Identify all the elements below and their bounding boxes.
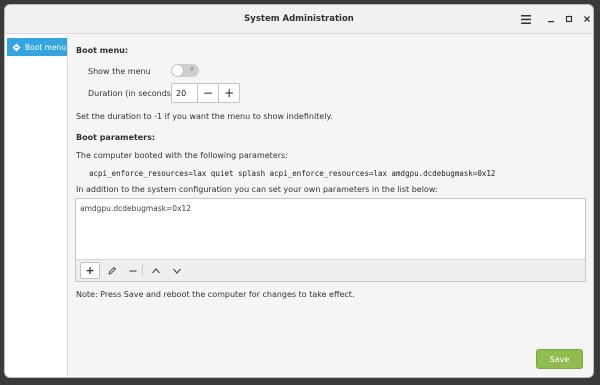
custom-params-list: amdgpu.dcdebugmask=0x12 + [75,198,586,282]
increment-button[interactable]: + [218,84,239,102]
list-intro: In addition to the system configuration … [76,185,438,194]
sidebar-item-boot-menu[interactable]: Boot menu [7,38,67,56]
toggle-off-icon: × [189,65,195,73]
save-button[interactable]: Save [536,349,583,369]
reboot-note: Note: Press Save and reboot the computer… [76,290,355,299]
chevron-down-icon [173,268,181,274]
add-param-button[interactable]: + [80,262,100,279]
pencil-icon [108,266,117,275]
titlebar: System Administration [5,5,593,34]
edit-param-button[interactable] [102,262,122,279]
move-up-button[interactable] [146,262,166,279]
hamburger-menu-icon[interactable] [519,12,533,26]
close-icon[interactable] [580,12,593,26]
maximize-icon[interactable] [562,12,576,26]
app-window: System Administration Boot menu Boot men… [4,4,594,378]
minus-icon [129,270,137,272]
window-title: System Administration [244,14,354,24]
sidebar-item-label: Boot menu [25,42,67,52]
duration-label: Duration (in seconds) [88,89,175,98]
boot-menu-heading: Boot menu: [76,46,129,55]
move-down-button[interactable] [167,262,187,279]
boot-params-heading: Boot parameters: [76,133,156,142]
minimize-icon[interactable] [544,12,558,26]
list-item[interactable]: amdgpu.dcdebugmask=0x12 [80,204,191,213]
toggle-knob [172,65,183,76]
booted-with-label: The computer booted with the following p… [76,151,288,160]
current-params: acpi_enforce_resources=lax quiet splash … [89,169,496,178]
list-toolbar: + [76,259,585,281]
remove-param-button[interactable] [123,262,143,279]
show-menu-label: Show the menu [88,67,151,76]
boot-icon [12,43,21,52]
toolbar-separator [142,264,143,277]
duration-spinbox: 20 − + [171,83,240,103]
plus-icon: + [85,264,95,277]
decrement-button[interactable]: − [198,84,219,102]
show-menu-toggle[interactable]: × [171,64,199,77]
duration-input[interactable]: 20 [172,84,198,102]
chevron-up-icon [152,267,160,273]
sidebar: Boot menu [5,35,68,377]
duration-hint: Set the duration to -1 if you want the m… [76,112,333,121]
